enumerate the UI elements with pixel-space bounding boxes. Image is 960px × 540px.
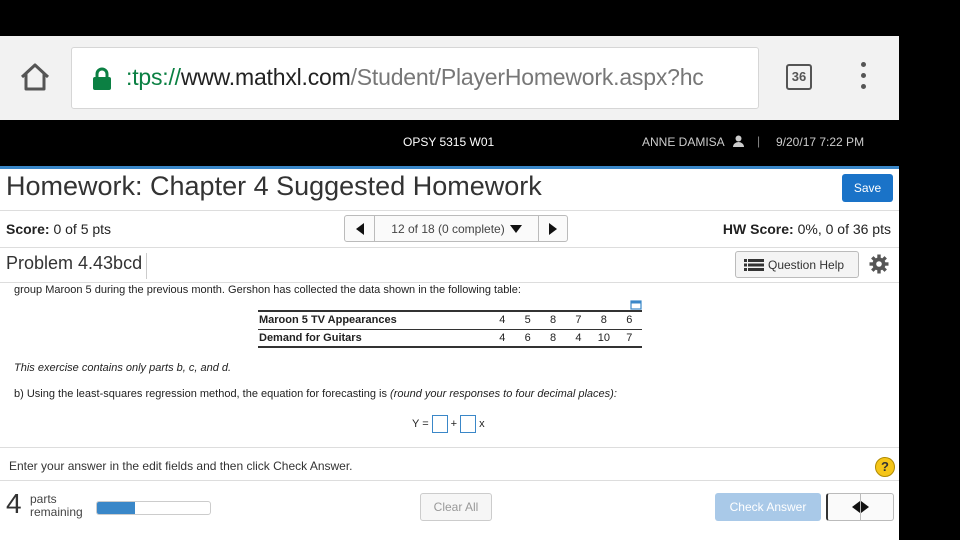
footer-next-button[interactable] — [861, 494, 893, 520]
score-label: Score: — [6, 221, 50, 237]
header-datetime: 9/20/17 7:22 PM — [776, 135, 865, 149]
table-cell: 8 — [540, 310, 566, 330]
hw-score-label: HW Score: — [722, 221, 794, 237]
footer-previous-button[interactable] — [828, 494, 861, 520]
parts-line-1: parts — [30, 492, 57, 506]
problem-label: Problem 4.43bcd — [6, 253, 148, 279]
user-name[interactable]: ANNE DAMISA — [642, 135, 725, 149]
list-icon — [744, 258, 764, 271]
gear-icon[interactable] — [869, 254, 889, 274]
intro-text: group Maroon 5 during the previous month… — [14, 284, 521, 296]
page-title: Homework: Chapter 4 Suggested Homework — [6, 171, 542, 201]
lock-icon — [93, 67, 111, 90]
data-table: Maroon 5 TV Appearances 4 5 8 7 8 6 Dema… — [258, 310, 642, 348]
previous-question-button[interactable] — [345, 216, 375, 241]
row-label: Demand for Guitars — [258, 329, 490, 348]
question-text: b) Using the least-squares regression me… — [14, 388, 617, 400]
progress-fill — [97, 502, 136, 514]
divider — [0, 480, 899, 481]
parts-line-2: remaining — [30, 505, 83, 519]
table-cell: 4 — [489, 329, 515, 348]
screen: :tps://www.mathxl.com/Student/PlayerHome… — [0, 0, 960, 540]
url-path: /Student/PlayerHomework.aspx?hc — [350, 64, 704, 90]
arrow-left-icon — [828, 501, 860, 513]
parts-remaining-count: 4 — [6, 488, 22, 519]
url-host: www.mathxl.com — [180, 64, 351, 90]
divider — [0, 210, 899, 211]
user-icon — [733, 135, 744, 147]
table-cell: 6 — [515, 329, 541, 348]
question-content: group Maroon 5 during the previous month… — [0, 282, 899, 482]
arrow-right-icon — [549, 222, 557, 235]
question-selector-label: 12 of 18 (0 complete) — [391, 221, 505, 236]
arrow-right-icon — [861, 501, 893, 513]
check-answer-button[interactable]: Check Answer — [715, 493, 821, 521]
table-cell: 8 — [540, 329, 566, 348]
url-text: :tps://www.mathxl.com/Student/PlayerHome… — [126, 64, 704, 91]
tab-count-button[interactable]: 36 — [786, 64, 812, 90]
instruction-text: Enter your answer in the edit fields and… — [9, 459, 353, 473]
hw-score-display: HW Score: 0%, 0 of 36 pts — [723, 221, 891, 237]
equation-plus: + — [450, 418, 458, 430]
overflow-menu-icon[interactable] — [855, 62, 871, 92]
score-value: 0 of 5 pts — [53, 221, 112, 237]
slope-input[interactable] — [460, 415, 477, 433]
url-scheme: :tps:// — [126, 64, 181, 90]
question-prompt: b) Using the least-squares regression me… — [14, 388, 387, 400]
table-cell: 7 — [616, 329, 642, 348]
course-name[interactable]: OPSY 5315 W01 — [403, 135, 494, 149]
table-cell: 4 — [489, 310, 515, 330]
table-cell: 4 — [565, 329, 592, 348]
equation-variable: x — [479, 418, 485, 430]
question-navigator: 12 of 18 (0 complete) — [344, 215, 568, 242]
hw-score-value: 0%, 0 of 36 pts — [797, 221, 891, 237]
parts-progress-bar — [96, 501, 211, 515]
intercept-input[interactable] — [431, 415, 448, 433]
table-row: Maroon 5 TV Appearances 4 5 8 7 8 6 — [258, 310, 642, 330]
caret-down-icon — [509, 224, 522, 233]
save-button[interactable]: Save — [842, 174, 893, 202]
help-icon[interactable]: ? — [875, 457, 895, 477]
row-label: Maroon 5 TV Appearances — [258, 310, 490, 330]
answer-equation: Y = + x — [412, 415, 485, 433]
arrow-left-icon — [355, 222, 364, 235]
clear-all-button[interactable]: Clear All — [420, 493, 492, 521]
table-cell: 10 — [591, 329, 617, 348]
parts-remaining-label: parts remaining — [30, 493, 83, 519]
address-bar[interactable]: :tps://www.mathxl.com/Student/PlayerHome… — [71, 47, 759, 109]
exercise-note: This exercise contains only parts b, c, … — [14, 362, 232, 374]
question-selector[interactable]: 12 of 18 (0 complete) — [375, 216, 539, 241]
expand-table-icon[interactable] — [630, 300, 642, 310]
table-cell: 5 — [515, 310, 541, 330]
footer-navigator — [826, 493, 894, 521]
browser-toolbar: :tps://www.mathxl.com/Student/PlayerHome… — [0, 36, 899, 120]
table-cell: 8 — [591, 310, 617, 330]
question-help-button[interactable]: Question Help — [735, 251, 859, 278]
question-help-label: Question Help — [768, 257, 845, 272]
header-separator: | — [757, 134, 761, 148]
course-header: OPSY 5315 W01 ANNE DAMISA | 9/20/17 7:22… — [0, 120, 899, 166]
home-icon[interactable] — [18, 60, 52, 94]
table-row: Demand for Guitars 4 6 8 4 10 7 — [258, 329, 642, 348]
score-display: Score: 0 of 5 pts — [6, 221, 111, 237]
homework-panel: Homework: Chapter 4 Suggested Homework S… — [0, 169, 899, 540]
table-cell: 6 — [616, 310, 642, 330]
next-question-button[interactable] — [539, 216, 567, 241]
table-cell: 7 — [565, 310, 592, 330]
question-hint: (round your responses to four decimal pl… — [390, 388, 617, 400]
equation-lhs: Y = — [412, 418, 429, 430]
divider — [0, 447, 899, 448]
divider — [0, 247, 899, 248]
